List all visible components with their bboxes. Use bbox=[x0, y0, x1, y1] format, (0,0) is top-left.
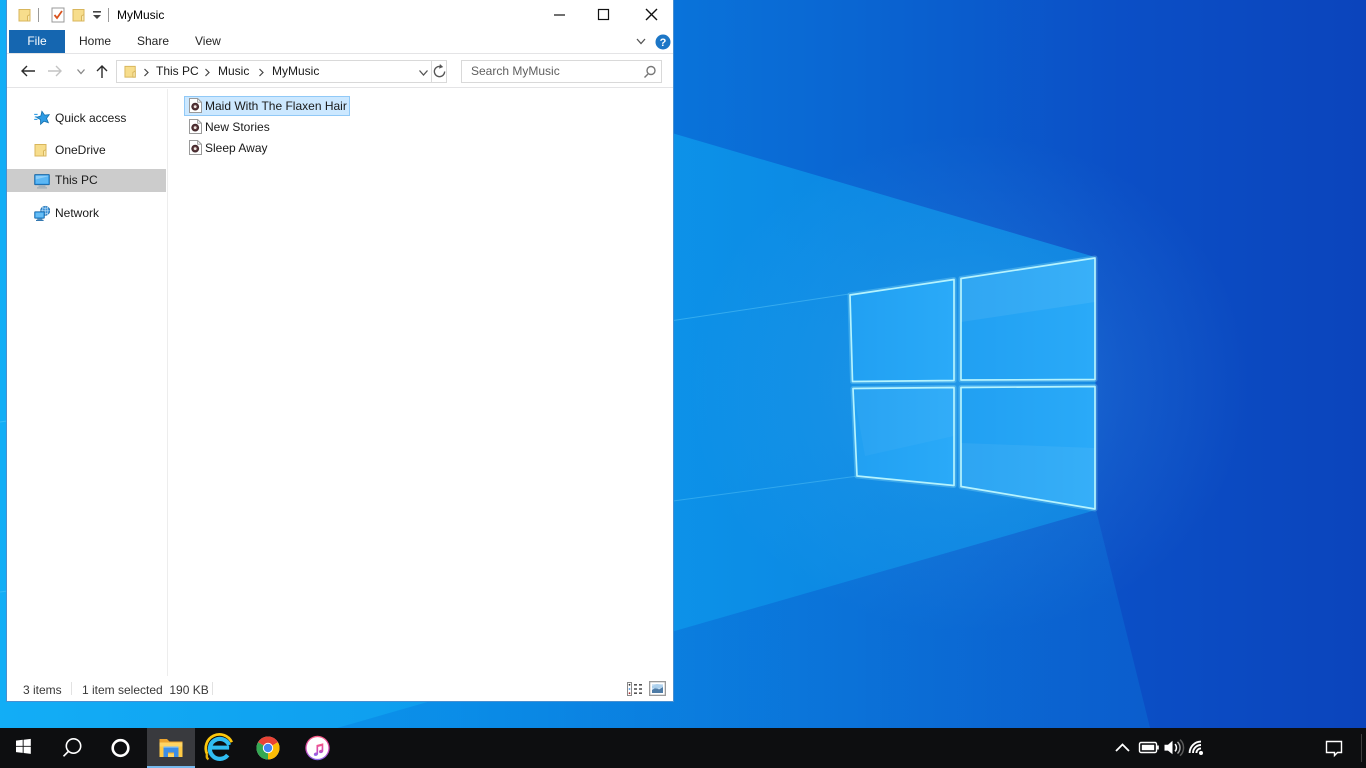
svg-text:?: ? bbox=[660, 37, 667, 49]
